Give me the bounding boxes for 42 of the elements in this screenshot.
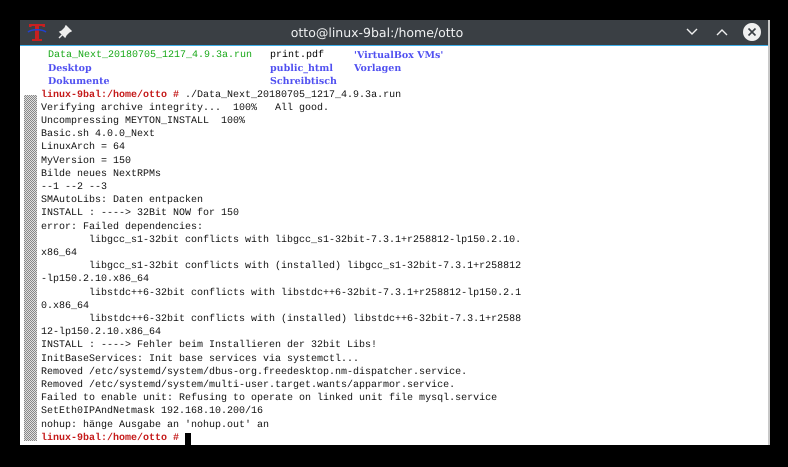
file-name: public_html <box>270 62 333 76</box>
output-line: -lp150.2.10.x86_64 <box>41 273 150 287</box>
file-name: Vorlagen <box>354 62 402 76</box>
shell-prompt: linux-9bal:/home/otto # <box>41 88 180 102</box>
output-line: libstdc++6-32bit conflicts with (installed) libstdc++6-32bit-7.3.1+r2588 <box>88 312 522 326</box>
output-line: nohup: hänge Ausgabe an 'nohup.out' an <box>41 418 270 432</box>
output-line: 12-lp150.2.10.x86_64 <box>41 326 162 340</box>
file-name: Desktop <box>48 62 92 76</box>
output-line: error: Failed dependencies: <box>41 220 204 234</box>
command-text: ./Data_Next_20180705_1217_4.9.3a.run <box>184 88 402 102</box>
output-line: libgcc_s1-32bit conflicts with libgcc_s1-32bit-7.3.1+r258812-lp150.2.10. <box>88 234 522 247</box>
output-line: InitBaseServices: Init base services via systemctl... <box>41 352 360 366</box>
file-name: Data_Next_20180705_1217_4.9.3a.run <box>48 48 252 62</box>
output-line: Basic.sh 4.0.0_Next <box>41 128 156 142</box>
shell-prompt: linux-9bal:/home/otto # <box>41 432 180 445</box>
file-name: print.pdf <box>270 48 324 62</box>
chevron-down-icon <box>686 28 698 36</box>
output-line: MyVersion = 150 <box>41 154 132 168</box>
file-name: Dokumente <box>48 75 110 89</box>
output-line: INSTALL : ----> 32Bit NOW for 150 <box>41 207 240 221</box>
pin-icon[interactable] <box>58 25 72 40</box>
output-line: Removed /etc/systemd/system/multi-user.target.wants/apparmor.service. <box>41 378 456 392</box>
output-line: libstdc++6-32bit conflicts with libstdc++6-32bit-7.3.1+r258812-lp150.2.1 <box>88 286 522 300</box>
output-line: INSTALL : ----> Fehler beim Installieren der 32bit Libs! <box>41 339 378 353</box>
output-line: Failed to enable unit: Refusing to operate on linked unit file mysql.service <box>41 392 498 406</box>
file-name: 'VirtualBox VMs' <box>354 48 444 62</box>
window-title: otto@linux-9bal:/home/otto <box>290 24 464 40</box>
output-line: SMAutoLibs: Daten entpacken <box>41 194 204 208</box>
output-line: libgcc_s1-32bit conflicts with (installed) libgcc_s1-32bit-7.3.1+r258812 <box>88 260 522 274</box>
app-icon <box>26 21 48 44</box>
output-line: --1 --2 --3 <box>41 180 108 194</box>
output-line: Uncompressing MEYTON_INSTALL 100% <box>41 114 246 128</box>
output-line: Bilde neues NextRPMs <box>41 168 162 181</box>
output-line: Verifying archive integrity... 100% All good. <box>41 102 330 115</box>
output-line: Removed /etc/systemd/system/dbus-org.freedesktop.nm-dispatcher.service. <box>41 366 468 379</box>
file-name: Schreibtisch <box>270 75 337 89</box>
chevron-up-icon <box>716 28 728 36</box>
output-line: 0.x86_64 <box>41 300 90 313</box>
close-button[interactable] <box>742 22 762 42</box>
output-line: LinuxArch = 64 <box>41 141 126 155</box>
output-line: SetEth0IPAndNetmask 192.168.10.200/16 <box>41 405 264 419</box>
output-line: x86_64 <box>41 246 78 260</box>
